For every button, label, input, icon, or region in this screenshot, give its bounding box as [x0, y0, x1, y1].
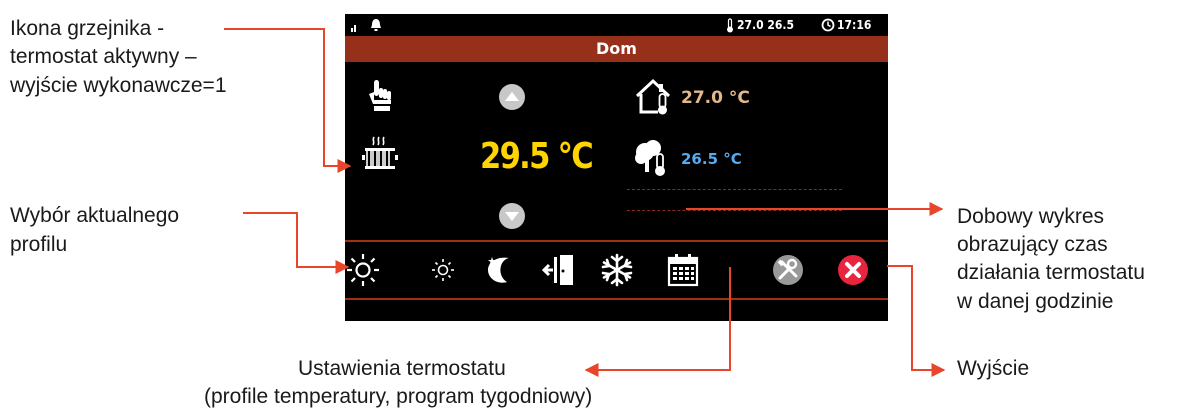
- callout-overlay: [224, 28, 946, 377]
- callout-settings: [584, 267, 731, 377]
- callout-radiator: [224, 28, 352, 173]
- callout-profile: [243, 212, 350, 274]
- callout-exit: [887, 265, 946, 377]
